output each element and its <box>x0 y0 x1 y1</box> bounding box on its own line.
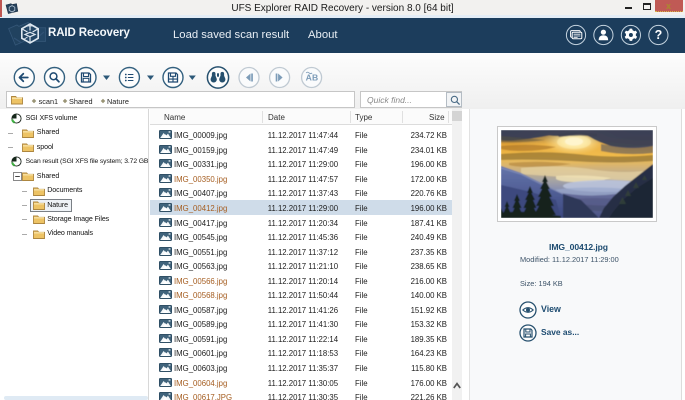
svg-text:B: B <box>312 73 318 83</box>
svg-text:?: ? <box>655 28 663 42</box>
svg-text:A: A <box>306 73 312 83</box>
